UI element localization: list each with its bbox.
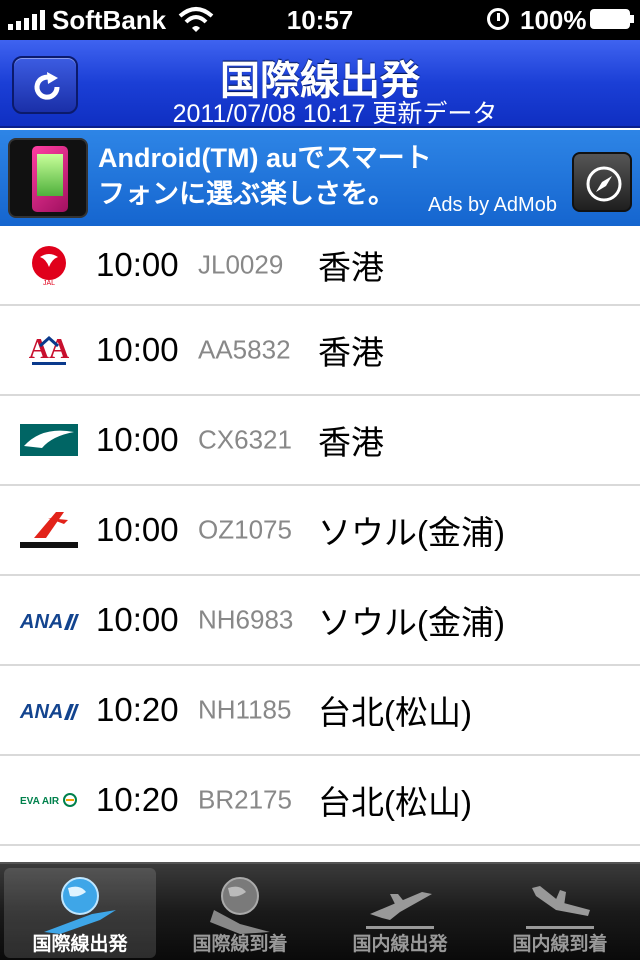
flight-number: NH1185 (198, 694, 292, 725)
tab-domestic-arrivals[interactable]: 国内線到着 (484, 868, 636, 958)
svg-text:EVA AIR: EVA AIR (20, 796, 60, 807)
jal-logo-icon: JAL (18, 243, 80, 287)
status-bar: SoftBank 10:57 100% (0, 0, 640, 40)
flight-destination: 香港 (318, 424, 384, 461)
flight-time: 10:20 (96, 781, 179, 818)
flight-destination: 香港 (318, 334, 384, 371)
update-timestamp: 2011/07/08 10:17 更新データ (172, 100, 498, 128)
flight-row[interactable]: ANA 10:20 NH1185 台北(松山) (0, 666, 640, 756)
flight-time: 10:20 (96, 691, 179, 728)
flight-number: AA5832 (198, 334, 291, 365)
svg-text:JAL: JAL (43, 280, 55, 287)
tab-label: 国際線出発 (32, 934, 128, 955)
flight-row[interactable]: JAL 10:00 JL0029 香港 (0, 226, 640, 306)
flight-destination: 台北(松山) (318, 694, 472, 731)
svg-text:ANA: ANA (19, 611, 63, 633)
flight-number: BR2175 (198, 784, 292, 815)
ad-banner[interactable]: Android(TM) auでスマート フォンに選ぶ楽しさを。 Ads by A… (0, 130, 640, 226)
tab-label: 国内線出発 (352, 934, 448, 955)
flight-row[interactable]: AA 10:00 AA5832 香港 (0, 306, 640, 396)
ad-attribution: Ads by AdMob (428, 194, 557, 216)
flight-destination: ソウル(金浦) (318, 604, 505, 641)
tab-international-departures[interactable]: 国際線出発 (4, 868, 156, 958)
flight-number: CX6321 (198, 424, 292, 455)
compass-icon (586, 166, 622, 202)
cathay-pacific-logo-icon (18, 418, 80, 462)
american-airlines-logo-icon: AA (18, 328, 80, 372)
flight-time: 10:00 (96, 601, 179, 638)
ana-logo-icon: ANA (18, 598, 80, 642)
flight-number: NH6983 (198, 604, 294, 635)
flight-number: OZ1075 (198, 514, 292, 545)
flight-destination: 香港 (318, 249, 384, 286)
tab-domestic-departures[interactable]: 国内線出発 (324, 868, 476, 958)
ad-text-line1: Android(TM) auでスマート (98, 143, 432, 173)
tab-label: 国際線到着 (192, 934, 288, 955)
flight-time: 10:00 (96, 421, 179, 458)
flight-destination: 台北(松山) (318, 784, 472, 821)
flight-list: JAL 10:00 JL0029 香港 AA 10:00 AA5832 香港 1… (0, 226, 640, 846)
flight-row[interactable]: EVA AIR 10:20 BR2175 台北(松山) (0, 756, 640, 846)
eva-air-logo-icon: EVA AIR (18, 778, 80, 822)
alarm-clock-icon (487, 8, 509, 30)
flight-row[interactable]: 10:00 OZ1075 ソウル(金浦) (0, 486, 640, 576)
flight-row[interactable]: 10:00 CX6321 香港 (0, 396, 640, 486)
ad-text[interactable]: Android(TM) auでスマート フォンに選ぶ楽しさを。 (98, 140, 432, 212)
svg-text:ANA: ANA (19, 701, 63, 723)
battery-percentage: 100% (520, 5, 587, 35)
battery-icon (590, 9, 634, 29)
tab-international-arrivals[interactable]: 国際線到着 (164, 868, 316, 958)
flight-destination: ソウル(金浦) (318, 514, 505, 551)
flight-time: 10:00 (96, 246, 179, 283)
flight-time: 10:00 (96, 511, 179, 548)
ana-logo-icon: ANA (18, 688, 80, 732)
tab-bar: 国際線出発 国際線到着 国内線出発 国内線到着 (0, 862, 640, 960)
flight-number: JL0029 (198, 249, 284, 280)
asiana-logo-icon (18, 508, 80, 552)
ad-text-line2: フォンに選ぶ楽しさを。 (98, 179, 395, 209)
tab-label: 国内線到着 (512, 934, 608, 955)
flight-row[interactable]: ANA 10:00 NH6983 ソウル(金浦) (0, 576, 640, 666)
flight-time: 10:00 (96, 331, 179, 368)
navigation-bar: 国際線出発 2011/07/08 10:17 更新データ (0, 40, 640, 128)
ad-phone-image[interactable] (8, 138, 88, 218)
ad-open-button[interactable] (572, 152, 632, 212)
